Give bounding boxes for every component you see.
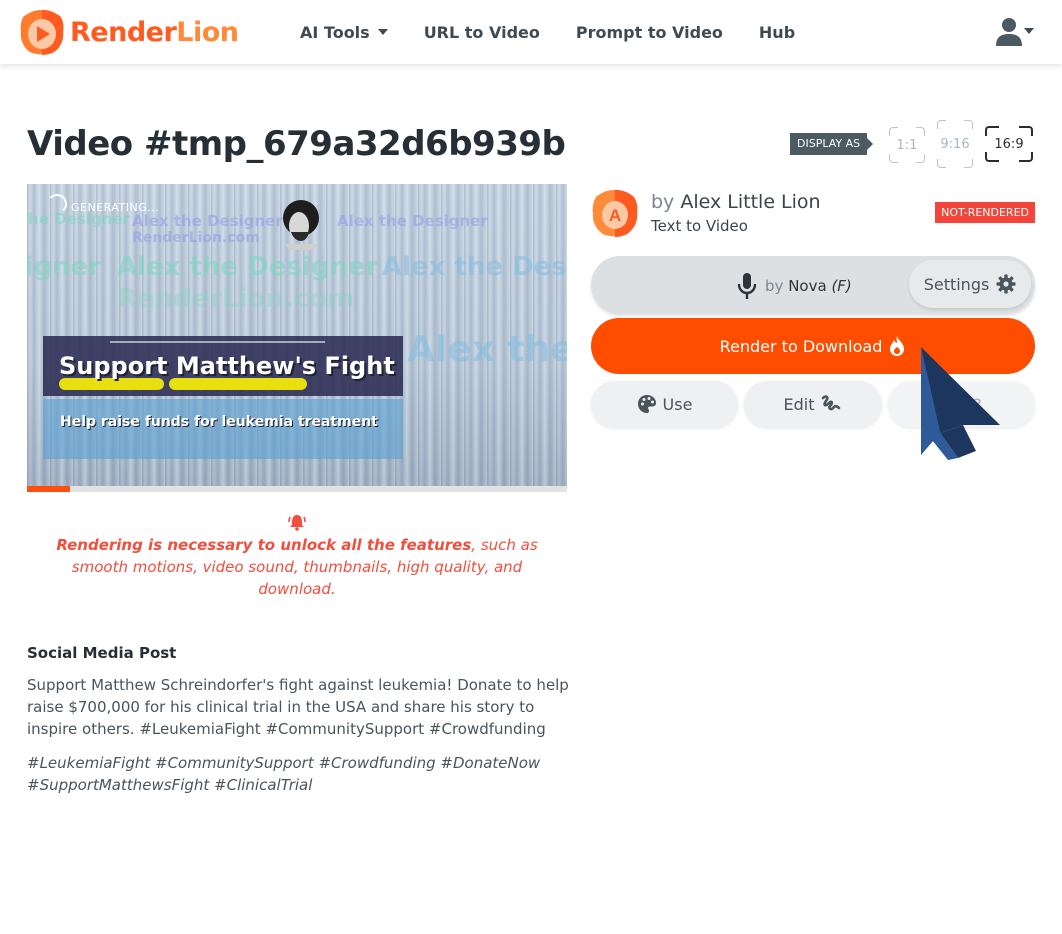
watermark: Alex the Designer: [337, 212, 488, 230]
ratio-1-1-button[interactable]: 1:1: [889, 127, 925, 163]
logo-text: RenderLion: [70, 16, 239, 48]
author-name[interactable]: Alex Little Lion: [680, 191, 820, 213]
author-avatar[interactable]: A: [591, 189, 639, 237]
video-progress-bar: [27, 486, 567, 492]
microphone-icon: [737, 273, 757, 299]
nav-ai-tools[interactable]: AI Tools: [300, 23, 388, 42]
social-media-post: Social Media Post Support Matthew Schrei…: [27, 644, 572, 796]
spinner-icon: [47, 194, 67, 214]
caret-down-icon: [377, 29, 388, 35]
designer-portrait: [283, 200, 319, 250]
ratio-16-9-button[interactable]: 16:9: [985, 126, 1033, 162]
nav-url-to-video[interactable]: URL to Video: [424, 23, 540, 42]
status-badge: NOT-RENDERED: [935, 202, 1035, 223]
video-type: Text to Video: [651, 217, 748, 235]
nav-hub[interactable]: Hub: [759, 23, 795, 42]
nav-prompt-to-video[interactable]: Prompt to Video: [576, 23, 723, 42]
headline-box: Support Matthew's Fight: [43, 336, 403, 396]
watermark: RenderLion.com: [132, 230, 260, 246]
social-tags: #LeukemiaFight #CommunitySupport #Crowdf…: [27, 754, 541, 794]
caret-down-icon: [1024, 28, 1034, 34]
video-preview[interactable]: the Designer Alex the Designer RenderLio…: [27, 184, 567, 486]
display-as-label: DISPLAY AS: [790, 133, 874, 155]
watermark: Alex the Designer: [382, 252, 567, 282]
author-info: A by Alex Little Lion Text to Video NOT-…: [591, 189, 1035, 239]
watermark: RenderLion.com: [117, 284, 355, 314]
mouse-cursor-icon: [921, 347, 1000, 460]
fire-icon: [890, 336, 905, 356]
signature-icon: [822, 395, 841, 411]
display-as-group: DISPLAY AS: [790, 133, 874, 155]
user-menu[interactable]: [996, 16, 1034, 48]
voice-settings-button[interactable]: Settings: [909, 260, 1031, 308]
ratio-9-16-button[interactable]: 9:16: [937, 120, 973, 168]
palette-icon: [637, 395, 656, 413]
voice-name: Nova: [788, 277, 827, 295]
gear-icon: [996, 274, 1016, 294]
edit-button[interactable]: Edit: [744, 381, 882, 427]
social-heading: Social Media Post: [27, 644, 177, 662]
use-button[interactable]: Use: [591, 381, 738, 427]
notice-bold: Rendering is necessary to unlock all the…: [56, 536, 472, 554]
watermark: Alex the Designer: [117, 252, 379, 282]
watermark: Alex the Designer: [132, 212, 283, 230]
watermark: Alex the: [407, 329, 567, 370]
video-headline: Support Matthew's Fight: [59, 352, 395, 380]
navbar: RenderLion AI Tools URL to Video Prompt …: [0, 0, 1062, 64]
subheadline-box: Help raise funds for leukemia treatment: [43, 399, 403, 459]
video-progress-fill: [27, 486, 71, 492]
video-subheadline: Help raise funds for leukemia treatment: [60, 414, 378, 430]
voice-bar: by Nova (F) Settings: [591, 256, 1035, 314]
main-nav: AI Tools URL to Video Prompt to Video Hu…: [300, 0, 831, 64]
watermark: signer: [27, 252, 101, 282]
render-notice: Rendering is necessary to unlock all the…: [27, 512, 567, 600]
voice-gender: (F): [831, 277, 852, 295]
social-body: Support Matthew Schreindorfer's fight ag…: [27, 676, 569, 738]
logo[interactable]: RenderLion: [18, 8, 239, 56]
page-title: Video #tmp_679a32d6b939b: [27, 124, 566, 164]
voice-selector[interactable]: by Nova (F): [737, 272, 852, 300]
bell-icon: [288, 515, 306, 531]
svg-text:A: A: [609, 206, 621, 225]
generating-indicator: GENERATING...: [47, 194, 159, 214]
lion-logo-icon: [20, 10, 64, 55]
